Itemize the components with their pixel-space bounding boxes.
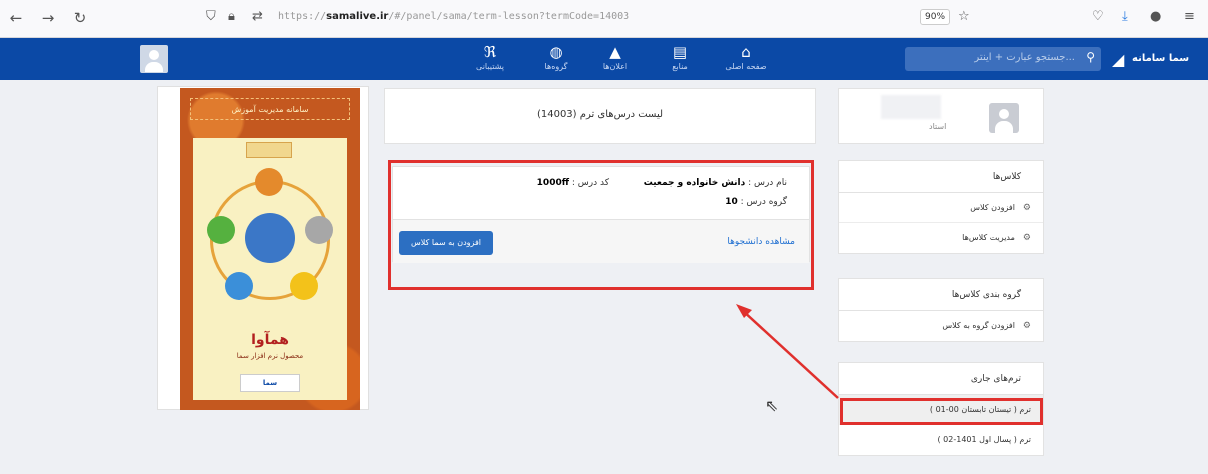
search-icon[interactable]: ⚲	[1086, 50, 1095, 64]
search-input[interactable]: جستجو عبارت + اینتر... ⚲	[905, 47, 1101, 71]
download-icon[interactable]: ⤓	[1122, 9, 1128, 24]
app-navbar: ℜ پشتیبانی ◍ گروه‌ها ▲ اعلان‌ها ▤ منابع …	[0, 38, 1208, 80]
highlight-box-term	[840, 398, 1043, 425]
classes-card: کلاس‌ها افزودن کلاس ⚙ مدیریت کلاس‌ها ⚙	[838, 160, 1044, 254]
search-placeholder: جستجو عبارت + اینتر...	[974, 52, 1075, 63]
add-group-item[interactable]: افزودن گروه به کلاس ⚙	[839, 311, 1043, 341]
brand-logo[interactable]: سما سامانه ◢	[1112, 48, 1202, 70]
orange-circle-icon	[255, 168, 283, 196]
plus-icon: ⚙	[1022, 321, 1031, 331]
profile-avatar[interactable]	[989, 103, 1019, 133]
poster-body: همآوا محصول نرم افزار سما سما	[193, 138, 347, 400]
promo-poster: سامانه مدیریت آموزش همآوا محصول نرم افزا…	[180, 88, 360, 410]
highlight-box-lesson	[388, 160, 814, 290]
shield-icon[interactable]: ⛉	[206, 9, 216, 24]
poster-title: سامانه مدیریت آموزش	[190, 98, 350, 120]
book-icon: ▤	[672, 43, 688, 61]
back-icon[interactable]: ←	[6, 9, 26, 27]
current-terms-header: ترم‌های جاری	[839, 363, 1043, 395]
classes-header: کلاس‌ها	[839, 161, 1043, 193]
page-title-card: لیست درس‌های ترم (14003)	[384, 88, 816, 144]
grouping-card: گروه بندی کلاس‌ها افزودن گروه به کلاس ⚙	[838, 278, 1044, 342]
poster-brand: همآوا	[251, 332, 289, 348]
mouse-cursor-icon: ⇖	[765, 396, 779, 415]
zoom-level[interactable]: 90%	[920, 9, 951, 25]
green-circle-icon	[207, 216, 235, 244]
nav-resources[interactable]: ▤ منابع	[652, 42, 708, 71]
address-bar[interactable]: ⛉ 🔒︎ ⇄ https://samalive.ir/#/panel/sama/…	[200, 6, 1000, 32]
bell-icon: ▲	[609, 43, 621, 61]
pocket-icon[interactable]: ♡	[1092, 9, 1104, 24]
reload-icon[interactable]: ↻	[70, 9, 90, 27]
logo-icon: ◢	[1112, 50, 1125, 69]
center-circle-icon	[245, 213, 295, 263]
blue-circle-icon	[225, 272, 253, 300]
add-class-item[interactable]: افزودن کلاس ⚙	[839, 193, 1043, 223]
globe-icon: ◍	[549, 43, 563, 61]
stamp-icon	[246, 142, 292, 158]
page-title: لیست درس‌های ترم (14003)	[536, 109, 664, 120]
user-avatar[interactable]	[140, 45, 168, 73]
plus-icon: ⚙	[1022, 203, 1031, 213]
manage-classes-item[interactable]: مدیریت کلاس‌ها ⚙	[839, 223, 1043, 253]
home-icon: ⌂	[741, 43, 751, 61]
nav-support[interactable]: ℜ پشتیبانی	[462, 42, 518, 71]
permissions-icon[interactable]: ⇄	[252, 9, 263, 24]
poster-logo: سما	[240, 374, 300, 392]
bookmark-star-icon[interactable]: ☆	[958, 9, 970, 24]
grouping-header: گروه بندی کلاس‌ها	[839, 279, 1043, 311]
profile-name-blurred	[881, 95, 941, 119]
forward-icon[interactable]: →	[38, 9, 58, 27]
term-item[interactable]: ترم ( پسال اول 1401-02 )	[839, 425, 1043, 455]
profile-role: استاد	[929, 122, 947, 131]
profile-card: استاد	[838, 88, 1044, 144]
plus-icon: ⚙	[1022, 233, 1031, 243]
extension-icon[interactable]: ●	[1150, 9, 1161, 24]
gray-circle-icon	[305, 216, 333, 244]
yellow-circle-icon	[290, 272, 318, 300]
nav-groups[interactable]: ◍ گروه‌ها	[528, 42, 584, 71]
menu-icon[interactable]: ≡	[1184, 9, 1195, 24]
nav-notifications[interactable]: ▲ اعلان‌ها	[587, 42, 643, 71]
nav-home[interactable]: ⌂ صفحه اصلی	[718, 42, 774, 71]
rss-icon: ℜ	[483, 43, 497, 61]
browser-toolbar: ← → ↻ ⛉ 🔒︎ ⇄ https://samalive.ir/#/panel…	[0, 0, 1208, 38]
lock-icon[interactable]: 🔒︎	[228, 9, 235, 24]
poster-subtitle: محصول نرم افزار سما	[236, 352, 304, 360]
url-text[interactable]: https://samalive.ir/#/panel/sama/term-le…	[278, 11, 629, 22]
